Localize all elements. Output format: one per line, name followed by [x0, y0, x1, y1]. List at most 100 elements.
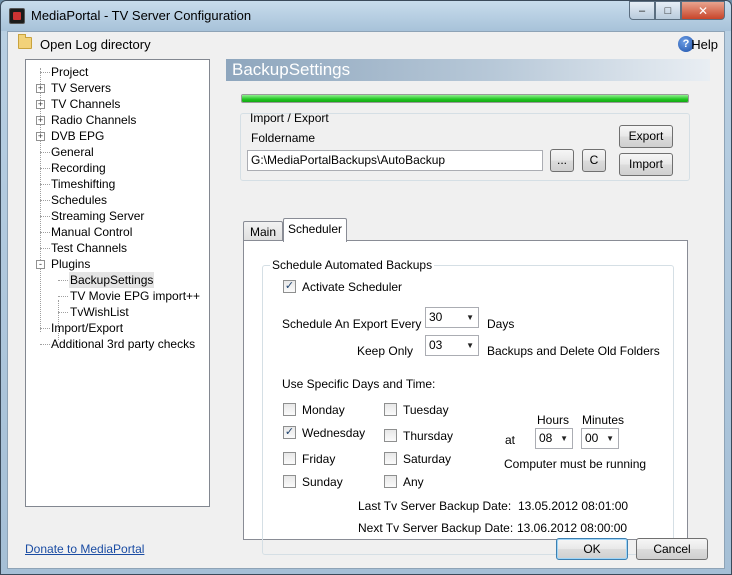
export-every-label: Schedule An Export Every	[282, 317, 422, 331]
friday-label: Friday	[302, 452, 336, 466]
title-bar[interactable]: MediaPortal - TV Server Configuration – …	[1, 1, 731, 31]
settings-panel: BackupSettings Import / Export Foldernam…	[226, 59, 710, 555]
tree-line	[40, 344, 50, 345]
section-header: BackupSettings	[226, 59, 710, 81]
maximize-button[interactable]: □	[655, 1, 681, 20]
hours-combo[interactable]: 08 ▼	[535, 428, 573, 449]
tab-control: Main Scheduler Schedule Automated Backup…	[243, 218, 688, 555]
tree-line	[58, 296, 68, 297]
ok-button[interactable]: OK	[556, 538, 628, 560]
tree-item-label: Import/Export	[51, 321, 124, 335]
tree-item-label: TvWishList	[70, 305, 129, 319]
next-backup-value: 13.06.2012 08:00:00	[517, 521, 628, 535]
tree-line	[40, 232, 50, 233]
minutes-value: 00	[585, 431, 599, 445]
tree-item-label: TV Servers	[51, 81, 112, 95]
dropdown-arrow-icon: ▼	[560, 434, 568, 443]
minutes-combo[interactable]: 00 ▼	[581, 428, 619, 449]
backups-label: Backups and Delete Old Folders	[487, 344, 660, 358]
tree-item-label: Streaming Server	[51, 209, 145, 223]
export-every-combo[interactable]: 30 ▼	[425, 307, 479, 328]
toolbar: Open Log directory ? Help	[8, 32, 724, 56]
tree-line	[58, 280, 68, 281]
tree-item-label: Plugins	[51, 257, 91, 271]
main-window: MediaPortal - TV Server Configuration – …	[0, 0, 732, 575]
expand-icon[interactable]: +	[36, 84, 45, 93]
tree-line	[40, 184, 50, 185]
tree-item-label: Project	[51, 65, 89, 79]
folder-icon[interactable]	[18, 34, 32, 49]
help-button[interactable]: Help	[691, 37, 718, 52]
monday-label: Monday	[302, 403, 345, 417]
checkbox-icon[interactable]: ✓	[283, 280, 296, 294]
activate-scheduler-checkbox[interactable]: ✓ Activate Scheduler	[283, 280, 402, 296]
activate-scheduler-label: Activate Scheduler	[302, 280, 403, 294]
maximize-icon: □	[664, 4, 672, 17]
wednesday-label: Wednesday	[302, 426, 366, 440]
navigation-tree[interactable]: Project + TV Servers + TV Channels + Rad…	[25, 59, 210, 507]
import-button[interactable]: Import	[619, 153, 673, 176]
wednesday-checkbox[interactable]: ✓ Wednesday	[283, 426, 365, 442]
tree-item-label: Recording	[51, 161, 106, 175]
checkbox-icon[interactable]	[384, 403, 397, 417]
saturday-label: Saturday	[403, 452, 452, 466]
tree-item-label: BackupSettings	[69, 272, 155, 288]
checkbox-icon[interactable]	[384, 452, 397, 466]
close-button[interactable]: ✕	[681, 1, 725, 20]
dropdown-arrow-icon: ▼	[466, 313, 474, 322]
checkbox-icon[interactable]	[283, 403, 296, 417]
open-log-button[interactable]: Open Log directory	[40, 37, 151, 52]
cancel-button[interactable]: Cancel	[636, 538, 708, 560]
last-backup-value: 13.05.2012 08:01:00	[518, 499, 629, 513]
checkbox-icon[interactable]	[384, 475, 397, 489]
collapse-icon[interactable]: -	[36, 260, 45, 269]
schedule-group-label: Schedule Automated Backups	[270, 258, 435, 272]
tree-item-label: DVB EPG	[51, 129, 105, 143]
tuesday-label: Tuesday	[403, 403, 449, 417]
keep-only-label: Keep Only	[357, 344, 414, 358]
checkbox-icon[interactable]	[283, 475, 296, 489]
minimize-button[interactable]: –	[629, 1, 655, 20]
checkbox-icon[interactable]	[283, 452, 296, 466]
any-day-label: Any	[403, 475, 424, 489]
at-label: at	[505, 433, 516, 447]
specific-days-label: Use Specific Days and Time:	[282, 377, 436, 391]
monday-checkbox[interactable]: Monday	[283, 403, 345, 419]
tree-item-label: Schedules	[51, 193, 108, 207]
any-day-checkbox[interactable]: Any	[384, 475, 424, 491]
foldername-input[interactable]: G:\MediaPortalBackups\AutoBackup	[247, 150, 543, 171]
progress-fill	[242, 95, 688, 102]
sunday-label: Sunday	[302, 475, 343, 489]
tree-item-label: Radio Channels	[51, 113, 137, 127]
computer-running-label: Computer must be running	[504, 457, 647, 471]
client-area: Open Log directory ? Help Project + TV S…	[7, 31, 725, 569]
days-unit-label: Days	[487, 317, 515, 331]
friday-checkbox[interactable]: Friday	[283, 452, 335, 468]
expand-icon[interactable]: +	[36, 116, 45, 125]
sunday-checkbox[interactable]: Sunday	[283, 475, 343, 491]
keep-only-value: 03	[429, 338, 443, 352]
browse-button[interactable]: ...	[550, 149, 574, 172]
keep-only-combo[interactable]: 03 ▼	[425, 335, 479, 356]
saturday-checkbox[interactable]: Saturday	[384, 452, 451, 468]
hours-value: 08	[539, 431, 553, 445]
donate-link[interactable]: Donate to MediaPortal	[25, 542, 144, 556]
expand-icon[interactable]: +	[36, 100, 45, 109]
thursday-checkbox[interactable]: Thursday	[384, 429, 453, 445]
scheduler-tab-page: Schedule Automated Backups ✓ Activate Sch…	[243, 240, 688, 555]
progress-bar	[241, 94, 689, 103]
clear-button[interactable]: C	[582, 149, 606, 172]
minimize-icon: –	[638, 4, 646, 17]
tree-line	[40, 168, 50, 169]
dropdown-arrow-icon: ▼	[466, 341, 474, 350]
app-icon	[9, 8, 25, 24]
tuesday-checkbox[interactable]: Tuesday	[384, 403, 449, 419]
checkbox-icon[interactable]: ✓	[283, 426, 296, 440]
tree-line	[40, 248, 50, 249]
close-icon: ✕	[697, 3, 709, 18]
tab-scheduler[interactable]: Scheduler	[283, 218, 347, 242]
window-title: MediaPortal - TV Server Configuration	[31, 8, 252, 23]
checkbox-icon[interactable]	[384, 429, 397, 443]
export-button[interactable]: Export	[619, 125, 673, 148]
expand-icon[interactable]: +	[36, 132, 45, 141]
